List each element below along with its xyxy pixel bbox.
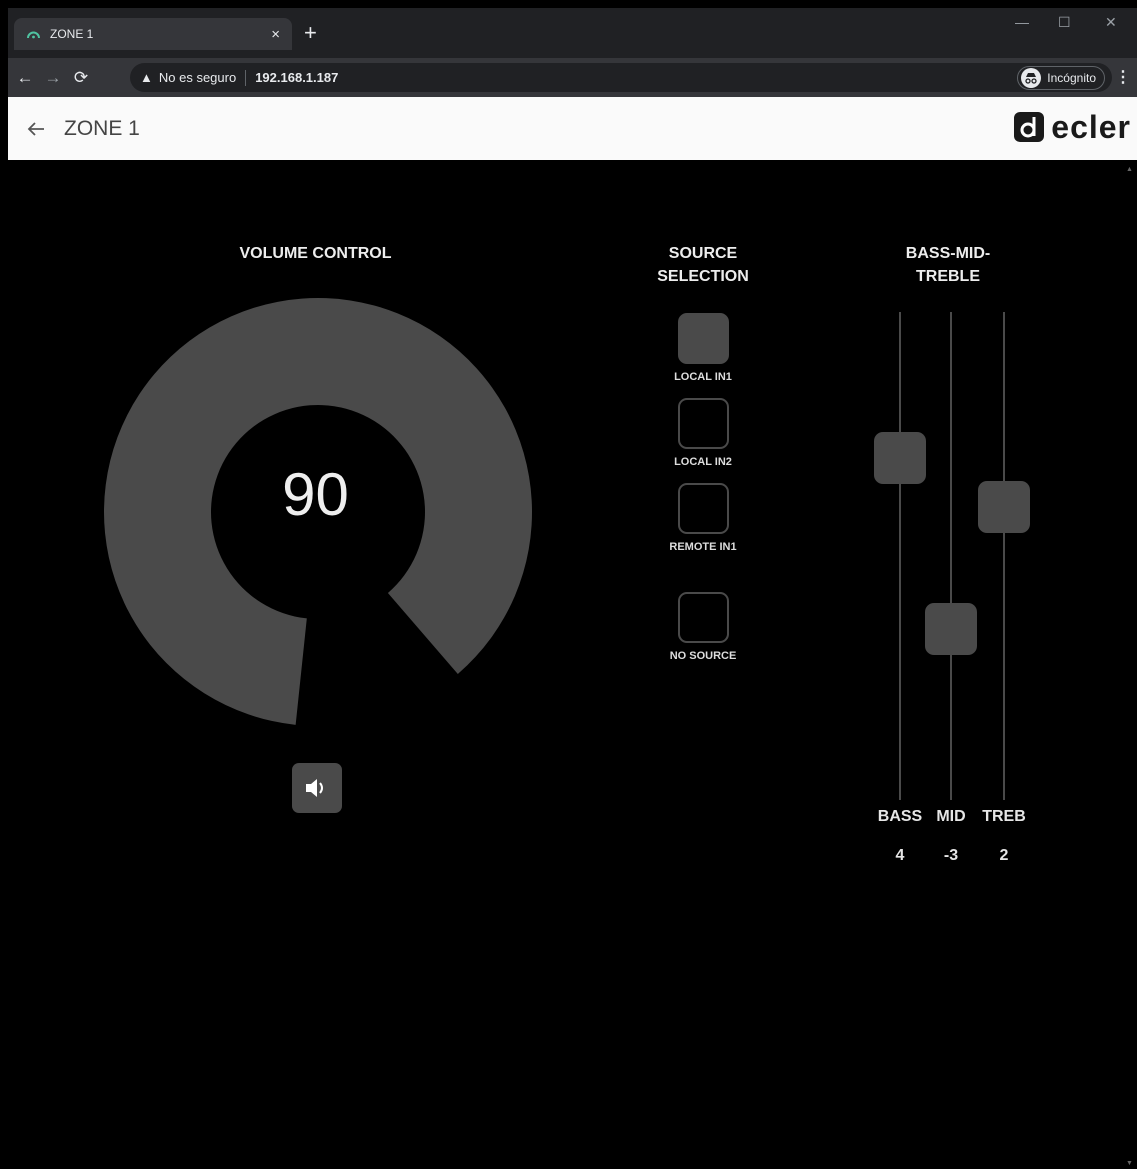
volume-header: VOLUME CONTROL — [239, 245, 392, 262]
mid-slider-track[interactable] — [950, 312, 952, 800]
treb-label: TREB — [982, 808, 1026, 825]
source-label-no-source: NO SOURCE — [669, 650, 737, 662]
omnibox-divider — [245, 69, 247, 86]
reload-icon[interactable]: ⟳ — [70, 67, 92, 89]
source-button-no-source[interactable] — [678, 592, 729, 643]
zone-panel: VOLUME CONTROL 90 SOURCE SELECTION LOCAL… — [8, 160, 1122, 1169]
treb-slider-thumb[interactable] — [978, 481, 1030, 534]
source-label-local-in1: LOCAL IN1 — [674, 371, 732, 383]
browser-chrome: ZONE 1 × + — ☐ ✕ ← → ⟳ ▲ No es seguro 19… — [8, 8, 1137, 97]
treb-slider-track[interactable] — [1003, 312, 1005, 800]
page-title: ZONE 1 — [64, 116, 140, 140]
back-icon[interactable]: ← — [14, 67, 36, 89]
treb-value: 2 — [999, 847, 1009, 864]
brand-name: ecler — [1051, 109, 1131, 145]
mid-slider-thumb[interactable] — [925, 603, 977, 656]
mute-button[interactable] — [292, 763, 342, 813]
close-window-icon[interactable]: ✕ — [1105, 14, 1117, 31]
favicon-icon — [26, 27, 40, 41]
source-header-line2: SELECTION — [657, 268, 749, 285]
eq-header-line2: TREBLE — [916, 268, 980, 285]
bass-slider-track[interactable] — [899, 312, 901, 800]
minimize-icon[interactable]: — — [1015, 14, 1029, 30]
address-bar[interactable]: ▲ No es seguro 192.168.1.187 ▣ ☆ — [130, 63, 1112, 92]
mid-label: MID — [936, 808, 966, 825]
incognito-badge[interactable]: Incógnito — [1017, 66, 1105, 90]
incognito-icon — [1021, 68, 1042, 88]
scroll-up-icon[interactable]: ▲ — [1126, 166, 1133, 173]
tab-strip: ZONE 1 × + — ☐ ✕ — [8, 8, 1137, 58]
browser-menu-icon[interactable]: ⋮ — [1115, 67, 1131, 87]
source-button-local-in1[interactable] — [678, 313, 729, 364]
source-button-remote-in1[interactable] — [678, 483, 729, 534]
ecler-logo: ecler — [1013, 111, 1131, 143]
incognito-label: Incógnito — [1047, 71, 1096, 85]
speaker-icon — [306, 779, 323, 797]
mid-value: -3 — [943, 847, 959, 864]
tab-title: ZONE 1 — [50, 27, 94, 41]
warning-icon: ▲ — [140, 70, 153, 85]
app-header: ZONE 1 ecler — [8, 97, 1137, 160]
scroll-down-icon[interactable]: ▼ — [1126, 1160, 1133, 1167]
close-tab-icon[interactable]: × — [271, 26, 280, 43]
eq-header: BASS-MID- TREBLE — [873, 242, 1023, 288]
url-text: 192.168.1.187 — [255, 70, 339, 85]
source-label-local-in2: LOCAL IN2 — [674, 456, 732, 468]
browser-tab[interactable]: ZONE 1 × — [14, 18, 292, 50]
source-button-local-in2[interactable] — [678, 398, 729, 449]
browser-toolbar: ← → ⟳ ▲ No es seguro 192.168.1.187 ▣ ☆ I… — [8, 58, 1137, 97]
ecler-logo-icon — [1014, 112, 1045, 142]
maximize-icon[interactable]: ☐ — [1058, 14, 1071, 31]
forward-icon[interactable]: → — [42, 67, 64, 89]
new-tab-button[interactable]: + — [304, 22, 317, 44]
eq-header-line1: BASS-MID- — [905, 245, 991, 262]
bass-slider-thumb[interactable] — [874, 432, 926, 485]
source-header-line1: SOURCE — [668, 245, 738, 262]
security-label: No es seguro — [158, 70, 237, 85]
source-label-remote-in1: REMOTE IN1 — [669, 541, 737, 553]
back-arrow-icon[interactable] — [14, 107, 58, 151]
source-header: SOURCE SELECTION — [643, 242, 763, 288]
page-scrollbar[interactable]: ▲ ▼ — [1122, 160, 1137, 1169]
volume-value: 90 — [282, 461, 349, 528]
